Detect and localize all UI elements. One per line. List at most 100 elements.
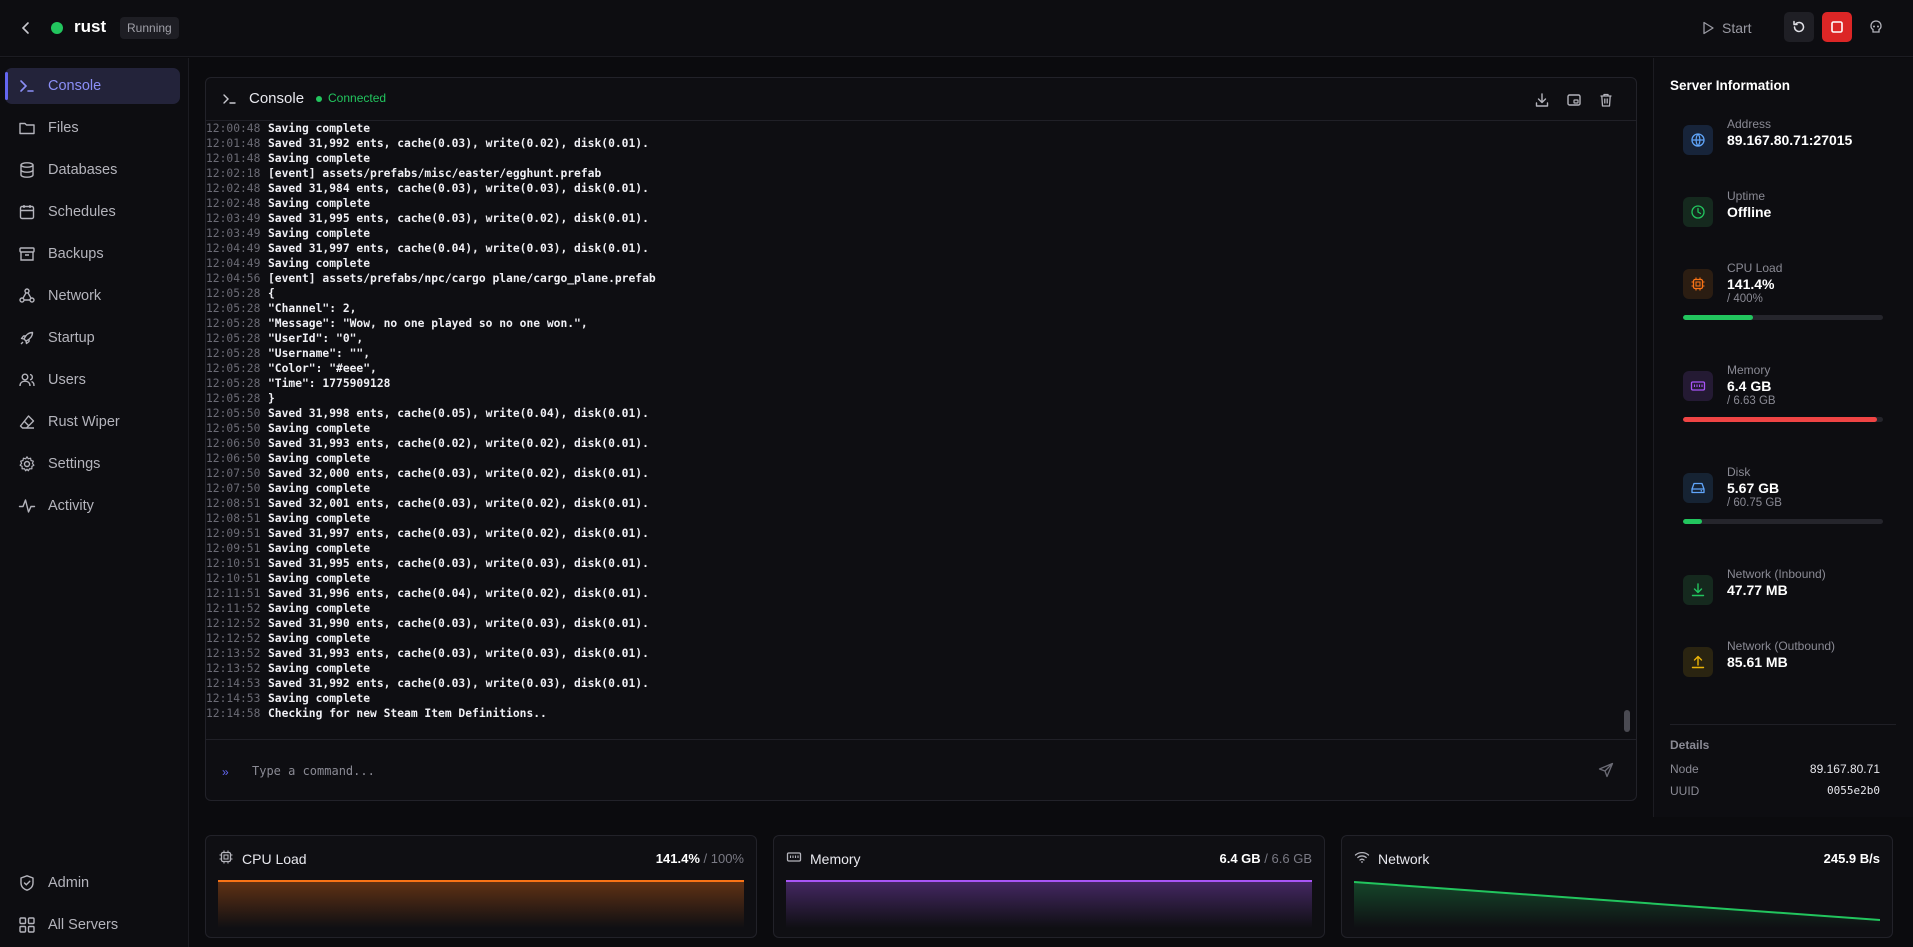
- gear-icon: [19, 456, 35, 472]
- sidebar-item-all-servers[interactable]: All Servers: [5, 907, 180, 943]
- log-message: Saving complete: [268, 692, 371, 705]
- memory-icon: [1683, 371, 1713, 401]
- kill-button[interactable]: [1864, 15, 1888, 39]
- log-timestamp: 12:11:51: [206, 587, 261, 600]
- log-line: 12:03:49 Saving complete: [206, 226, 656, 241]
- log-line: 12:03:49 Saved 31,995 ents, cache(0.03), …: [206, 211, 656, 226]
- restart-button[interactable]: [1784, 12, 1814, 42]
- log-line: 12:05:28 "UserId": "0",: [206, 331, 656, 346]
- log-line: 12:10:51 Saved 31,995 ents, cache(0.03), …: [206, 556, 656, 571]
- uuid-row: UUID 0055e2b0: [1670, 784, 1896, 798]
- log-line: 12:02:18 [event] assets/prefabs/misc/east…: [206, 166, 656, 181]
- uptime-value: Offline: [1727, 204, 1772, 220]
- log-message: Saved 32,001 ents, cache(0.03), write(0.…: [268, 497, 649, 510]
- log-timestamp: 12:11:52: [206, 602, 261, 615]
- memory-stat-label: Memory: [810, 851, 861, 867]
- log-timestamp: 12:14:53: [206, 692, 261, 705]
- log-message: Saving complete: [268, 227, 371, 240]
- command-row: »: [206, 739, 1636, 800]
- clear-button[interactable]: [1596, 90, 1616, 110]
- download-icon: [1683, 575, 1713, 605]
- shield-icon: [20, 875, 34, 891]
- database-icon: [20, 162, 34, 178]
- start-label: Start: [1722, 20, 1752, 36]
- node-label: Node: [1670, 762, 1699, 776]
- network-icon: [19, 288, 35, 303]
- log-timestamp: 12:05:28: [206, 392, 261, 405]
- sidebar-item-console[interactable]: Console: [5, 68, 180, 104]
- cpu-stat-label: CPU Load: [242, 851, 307, 867]
- back-arrow-icon[interactable]: [16, 18, 36, 38]
- log-timestamp: 12:08:51: [206, 512, 261, 525]
- log-timestamp: 12:05:28: [206, 287, 261, 300]
- log-message: }: [268, 392, 275, 405]
- network-graph: [1354, 881, 1880, 928]
- sidebar-item-backups[interactable]: Backups: [5, 236, 180, 272]
- log-line: 12:08:51 Saved 32,001 ents, cache(0.03), …: [206, 496, 656, 511]
- network-outbound-label: Network (Outbound): [1727, 639, 1836, 653]
- disk-icon: [1683, 473, 1713, 503]
- uuid-value[interactable]: 0055e2b0: [1827, 784, 1880, 797]
- log-message: Saved 31,993 ents, cache(0.02), write(0.…: [268, 437, 649, 450]
- log-message: Saving complete: [268, 632, 371, 645]
- log-message: Saving complete: [268, 452, 371, 465]
- log-line: 12:11:52 Saving complete: [206, 601, 656, 616]
- memory-limit: / 6.63 GB: [1727, 395, 1776, 407]
- scrollbar[interactable]: [1624, 710, 1630, 732]
- log-timestamp: 12:10:51: [206, 557, 261, 570]
- log-message: Saved 31,998 ents, cache(0.05), write(0.…: [268, 407, 649, 420]
- sidebar-item-label: Admin: [48, 875, 90, 891]
- log-timestamp: 12:08:51: [206, 497, 261, 510]
- wifi-icon: [1354, 851, 1370, 863]
- log-line: 12:10:51 Saving complete: [206, 571, 656, 586]
- grid-icon: [19, 917, 35, 933]
- sidebar-item-settings[interactable]: Settings: [5, 446, 180, 482]
- command-input[interactable]: [252, 762, 1552, 780]
- address-value[interactable]: 89.167.80.71:27015: [1727, 132, 1852, 148]
- sidebar-item-admin[interactable]: Admin: [5, 865, 180, 901]
- memory-stat-value: 6.4 GB / 6.6 GB: [1219, 851, 1312, 866]
- log-message: Saving complete: [268, 257, 371, 270]
- stop-button[interactable]: [1822, 12, 1852, 42]
- sidebar-item-activity[interactable]: Activity: [5, 488, 180, 524]
- log-timestamp: 12:02:18: [206, 167, 261, 180]
- node-row: Node 89.167.80.71: [1670, 762, 1896, 776]
- popout-icon: [1567, 94, 1581, 106]
- log-message: {: [268, 287, 275, 300]
- sidebar-item-network[interactable]: Network: [5, 278, 180, 314]
- log-line: 12:01:48 Saved 31,992 ents, cache(0.03), …: [206, 136, 656, 151]
- sidebar-item-files[interactable]: Files: [5, 110, 180, 146]
- log-message: Saved 31,992 ents, cache(0.03), write(0.…: [268, 137, 649, 150]
- sidebar-item-rust-wiper[interactable]: Rust Wiper: [5, 404, 180, 440]
- download-button[interactable]: [1532, 90, 1552, 110]
- upload-icon: [1683, 647, 1713, 677]
- log-timestamp: 12:01:48: [206, 152, 261, 165]
- prompt-chevron-icon: »: [222, 765, 229, 779]
- log-timestamp: 12:03:49: [206, 212, 261, 225]
- log-line: 12:05:28 "Username": "",: [206, 346, 656, 361]
- console-log: 12:00:48 Saving complete 12:01:48 Saved 31,…: [206, 121, 1636, 738]
- sidebar-item-startup[interactable]: Startup: [5, 320, 180, 356]
- log-message: Saved 31,993 ents, cache(0.03), write(0.…: [268, 647, 649, 660]
- network-stat-card: Network 245.9 B/s: [1341, 835, 1893, 938]
- log-line: 12:13:52 Saved 31,993 ents, cache(0.03), …: [206, 646, 656, 661]
- popout-button[interactable]: [1564, 90, 1584, 110]
- log-message: Saving complete: [268, 422, 371, 435]
- log-timestamp: 12:09:51: [206, 542, 261, 555]
- sidebar-item-users[interactable]: Users: [5, 362, 180, 398]
- log-line: 12:14:53 Saved 31,992 ents, cache(0.03), …: [206, 676, 656, 691]
- sidebar-item-schedules[interactable]: Schedules: [5, 194, 180, 230]
- calendar-icon: [19, 205, 35, 220]
- address-label: Address: [1727, 117, 1772, 131]
- connection-dot: [316, 96, 322, 102]
- log-message: Saving complete: [268, 542, 371, 555]
- cpu-limit: / 400%: [1727, 293, 1763, 305]
- send-icon: [1598, 762, 1614, 778]
- status-badge: Running: [120, 17, 179, 39]
- details-title: Details: [1670, 738, 1710, 752]
- log-line: 12:05:28}: [206, 391, 656, 406]
- send-button[interactable]: [1598, 762, 1616, 780]
- log-message: "Color": "#eee",: [268, 362, 377, 375]
- start-button[interactable]: Start: [1702, 16, 1752, 40]
- sidebar-item-databases[interactable]: Databases: [5, 152, 180, 188]
